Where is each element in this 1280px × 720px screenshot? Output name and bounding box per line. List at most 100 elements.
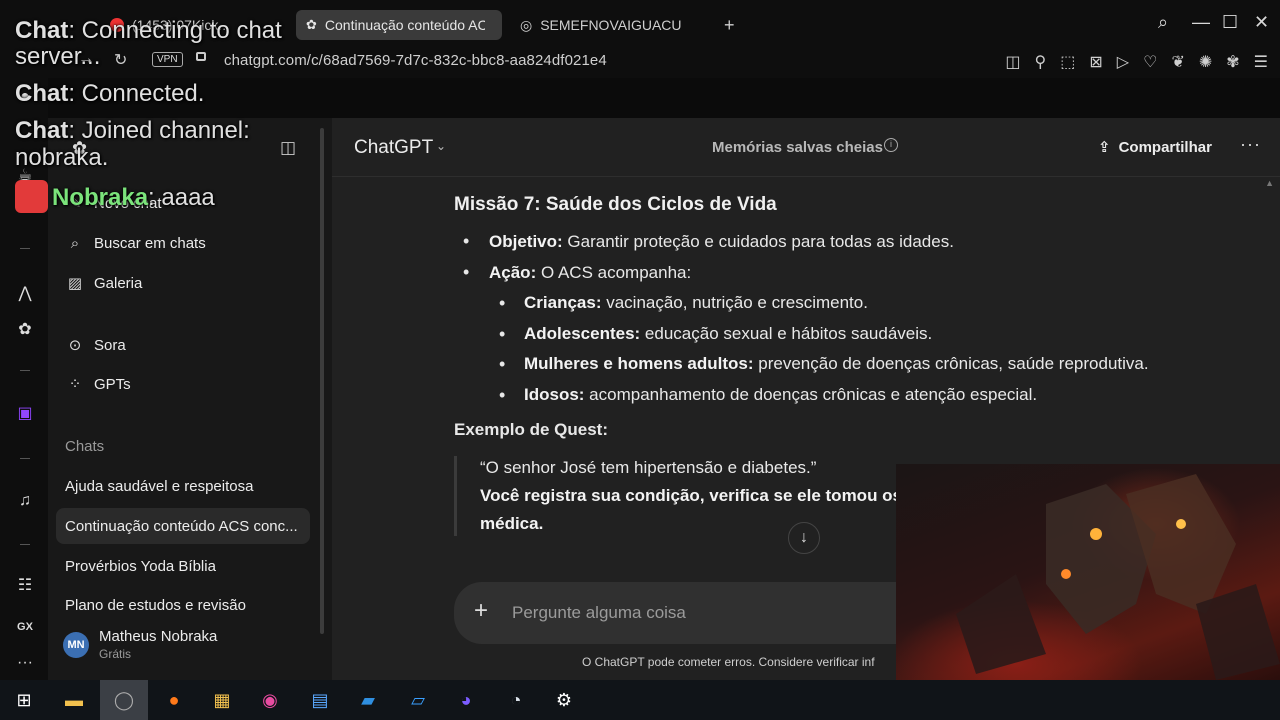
minimize-icon[interactable]: — — [1192, 12, 1210, 33]
quote-line: médica. — [480, 514, 544, 534]
user-account[interactable]: MN Matheus Nobraka Grátis — [63, 628, 217, 661]
camera-icon — [15, 180, 48, 213]
scroll-up-icon[interactable]: ▲ — [1265, 178, 1274, 188]
chat-history-item[interactable]: Plano de estudos e revisão — [56, 587, 310, 623]
music-icon[interactable]: ♫ — [14, 490, 36, 512]
list-item: Idosos: acompanhamento de doenças crônic… — [489, 380, 1194, 411]
list-item: Adolescentes: educação sexual e hábitos … — [489, 319, 1194, 350]
memory-notice: Memórias salvas cheias — [712, 139, 883, 156]
lock-icon — [196, 52, 206, 61]
stream-art-overlay — [896, 464, 1280, 680]
rail-divider — [20, 544, 30, 545]
more-icon[interactable]: ··· — [14, 652, 36, 674]
steam-icon[interactable]: ◔ — [502, 686, 530, 714]
quote-line: Você registra sua condição, verifica se … — [480, 486, 903, 506]
windows-start-icon[interactable]: ⊞ — [10, 686, 38, 714]
player-icon[interactable]: ▷ — [1117, 52, 1129, 72]
rail-divider — [20, 248, 30, 249]
more-options-icon[interactable]: ··· — [1240, 134, 1261, 155]
browser-tab-active[interactable]: ✿ Continuação conteúdo AC — [296, 10, 502, 40]
firefox-icon[interactable]: ● — [160, 686, 188, 714]
adblock-icon[interactable]: ⊠ — [1089, 52, 1102, 72]
chat-log-line: Chat: Connected. — [15, 80, 205, 107]
sora-button[interactable]: ⊙ Sora — [66, 336, 126, 355]
avatar: MN — [63, 631, 89, 658]
chatgpt-icon: ✿ — [306, 17, 317, 32]
chat-history-item[interactable]: Ajuda saudável e respeitosa — [56, 468, 310, 504]
gpts-button[interactable]: ⁘ GPTs — [66, 375, 131, 394]
file-explorer-icon[interactable]: ▬ — [60, 686, 88, 714]
chatgpt-icon[interactable]: ✿ — [14, 318, 36, 340]
rail-divider — [20, 458, 30, 459]
extension-icon[interactable]: ✺ — [1199, 52, 1212, 72]
chat-message: Nobraka: aaaa — [52, 184, 215, 211]
info-icon[interactable]: i — [884, 138, 898, 152]
sub-bullet-list: Crianças: vacinação, nutrição e crescime… — [489, 288, 1194, 410]
settings-gear-icon[interactable]: ⚙ — [550, 686, 578, 714]
list-item: Mulheres e homens adultos: prevenção de … — [489, 349, 1194, 380]
aria-icon[interactable]: ⋀ — [14, 282, 36, 304]
twitch-icon[interactable]: ▣ — [14, 402, 36, 424]
close-icon[interactable]: ✕ — [1254, 12, 1269, 33]
news-icon[interactable]: ☷ — [14, 574, 36, 596]
share-icon: ⇪ — [1098, 139, 1111, 156]
share-button[interactable]: ⇪ Compartilhar — [1098, 138, 1212, 157]
opera-gx-icon[interactable]: ◯ — [100, 680, 148, 720]
user-name: Matheus Nobraka — [99, 628, 218, 645]
heart-icon[interactable]: ♡ — [1143, 52, 1157, 72]
vpn-badge[interactable]: VPN — [152, 52, 183, 67]
grid-icon: ⁘ — [68, 376, 82, 393]
app-icon[interactable]: ▰ — [354, 686, 382, 714]
easy-setup-icon[interactable]: ☰ — [1254, 52, 1268, 72]
chat-history-item-active[interactable]: Continuação conteúdo ACS conc... — [56, 508, 310, 544]
screenshot-icon[interactable]: ⬚ — [1060, 52, 1075, 72]
header-divider — [332, 176, 1280, 177]
artwork-image — [956, 474, 1280, 680]
reload-icon[interactable]: ↻ — [114, 50, 127, 70]
sidebar-toggle-icon[interactable]: ◫ — [1005, 52, 1020, 72]
scroll-to-bottom-button[interactable]: ↓ — [788, 522, 820, 554]
quest-heading: Exemplo de Quest: — [454, 420, 608, 440]
arrow-down-icon: ↓ — [800, 529, 808, 546]
plus-icon[interactable]: + — [474, 597, 488, 625]
bullet-list: Objetivo: Garantir proteção e cuidados p… — [454, 226, 1194, 410]
windows-taskbar: ⊞ ▬ ◯ ● ▦ ◉ ▤ ▰ ▱ ◕ ◔ ⚙ — [0, 680, 1280, 720]
prompt-input[interactable]: Pergunte alguma coisa — [512, 603, 686, 623]
chevron-down-icon[interactable]: ⌄ — [436, 139, 446, 153]
close-sidebar-icon[interactable]: ◫ — [280, 138, 296, 158]
list-item: Objetivo: Garantir proteção e cuidados p… — [454, 226, 1194, 257]
new-tab-button[interactable]: + — [718, 10, 744, 40]
browser-toolbar: ◫ ⚲ ⬚ ⊠ ▷ ♡ ❦ ✺ ✾ ☰ — [1005, 52, 1268, 72]
quote-block: “O senhor José tem hipertensão e diabete… — [454, 454, 914, 538]
play-circle-icon: ⊙ — [68, 337, 82, 354]
url-text[interactable]: chatgpt.com/c/68ad7569-7d7c-832c-bbc8-aa… — [224, 52, 607, 69]
chat-history-item[interactable]: Provérbios Yoda Bíblia — [56, 548, 310, 584]
sidebar-scrollbar[interactable] — [320, 128, 324, 634]
gallery-button[interactable]: ▨ Galeria — [66, 274, 142, 293]
gallery-icon: ▨ — [67, 275, 83, 292]
search-icon[interactable]: ⌕ — [1158, 12, 1168, 33]
list-item: Crianças: vacinação, nutrição e crescime… — [489, 288, 1194, 319]
extension-icon[interactable]: ✾ — [1226, 52, 1239, 72]
extension-icon[interactable]: ❦ — [1171, 52, 1184, 72]
app-icon[interactable]: ▦ — [208, 686, 236, 714]
maximize-icon[interactable]: ☐ — [1222, 12, 1238, 33]
quote-line: “O senhor José tem hipertensão e diabete… — [480, 458, 817, 478]
app-icon[interactable]: ▱ — [404, 686, 432, 714]
rail-divider — [20, 370, 30, 371]
user-plan: Grátis — [99, 647, 132, 661]
obs-icon[interactable]: ◉ — [256, 686, 284, 714]
app-icon[interactable]: ▤ — [306, 686, 334, 714]
chat-log-line: nobraka. — [15, 144, 109, 171]
chats-heading: Chats — [65, 438, 105, 455]
browser-tab[interactable]: ◎ SEMEFNOVAIGUACU — [510, 10, 710, 40]
chat-app-icon[interactable]: ◕ — [452, 686, 480, 714]
pin-icon[interactable]: ⚲ — [1035, 52, 1047, 72]
globe-icon: ◎ — [520, 16, 533, 33]
model-selector[interactable]: ChatGPT — [354, 137, 433, 159]
search-icon: ⌕ — [70, 234, 80, 252]
gx-corner-icon[interactable]: GX — [14, 616, 36, 638]
search-chats-button[interactable]: ⌕ Buscar em chats — [66, 234, 206, 252]
disclaimer-text: O ChatGPT pode cometer erros. Considere … — [582, 655, 875, 669]
chat-log-line: server... — [15, 43, 101, 70]
